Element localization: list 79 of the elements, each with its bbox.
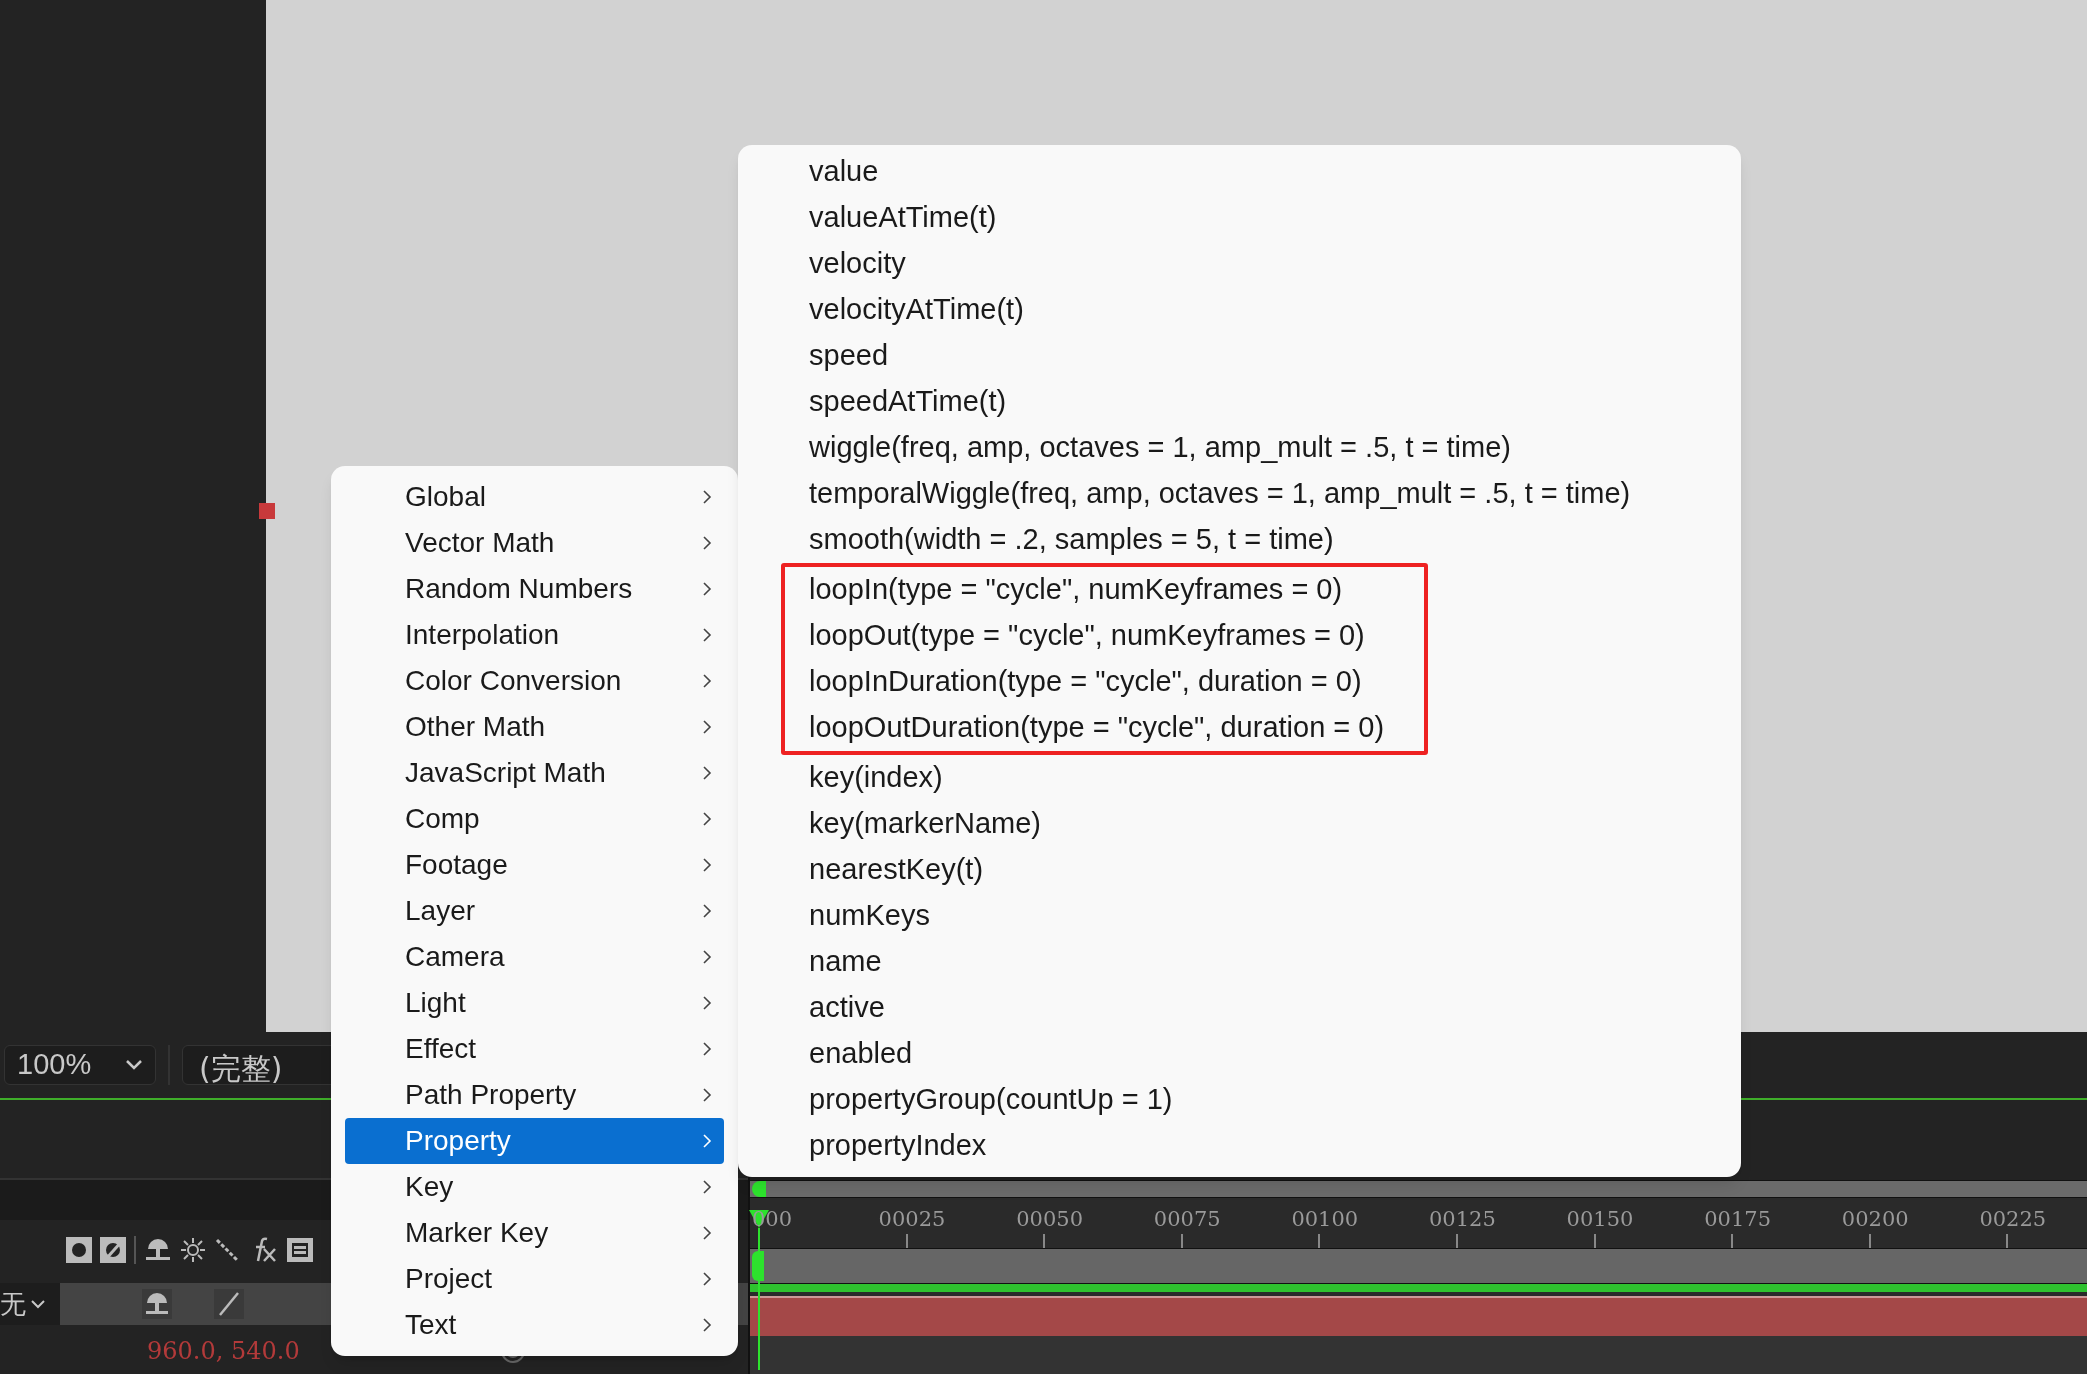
tick-label: 00075 <box>1153 1206 1221 1233</box>
chevron-right-icon <box>702 949 712 965</box>
chevron-down-icon <box>30 1299 46 1309</box>
tick-label: 00225 <box>1979 1206 2047 1233</box>
menu-item[interactable]: Marker Key <box>345 1210 724 1256</box>
chevron-right-icon <box>702 1133 712 1149</box>
menu-item[interactable]: loopInDuration(type = "cycle", duration = 0) <box>809 659 1385 705</box>
film-icon[interactable] <box>286 1237 314 1263</box>
menu-item[interactable]: Comp <box>345 796 724 842</box>
video-toggle-icon[interactable] <box>66 1237 92 1263</box>
tick-label: 00200 <box>1841 1206 1909 1233</box>
menu-item[interactable]: name <box>809 939 1670 985</box>
chevron-right-icon <box>702 1317 712 1333</box>
chevron-right-icon <box>702 857 712 873</box>
menu-item[interactable]: smooth(width = .2, samples = 5, t = time) <box>809 517 1670 563</box>
tick-label: 00050 <box>1016 1206 1083 1233</box>
menu-item[interactable]: key(index) <box>809 755 1670 801</box>
zoom-dropdown[interactable]: 100% <box>4 1045 156 1085</box>
tick-label: 00100 <box>1291 1206 1359 1233</box>
menu-item[interactable]: propertyIndex <box>809 1123 1670 1169</box>
menu-item[interactable]: Light <box>345 980 724 1026</box>
quality-slash-icon[interactable] <box>214 1289 244 1319</box>
chevron-right-icon <box>702 1225 712 1241</box>
menu-item[interactable]: Camera <box>345 934 724 980</box>
menu-item[interactable]: propertyGroup(countUp = 1) <box>809 1077 1670 1123</box>
menu-item[interactable]: temporalWiggle(freq, amp, octaves = 1, amp_mult = .5, t = time) <box>809 471 1670 517</box>
menu-item[interactable]: Property <box>345 1118 724 1164</box>
zoom-value: 100% <box>17 1047 92 1083</box>
chevron-right-icon <box>702 673 712 689</box>
menu-item[interactable]: key(markerName) <box>809 801 1670 847</box>
tick-label: 00175 <box>1704 1206 1771 1233</box>
menu-item[interactable]: velocityAtTime(t) <box>809 287 1670 333</box>
chevron-right-icon <box>702 535 712 551</box>
menu-item[interactable]: Random Numbers <box>345 566 724 612</box>
menu-item[interactable]: speed <box>809 333 1670 379</box>
menu-item[interactable]: Project <box>345 1256 724 1302</box>
menu-item[interactable]: Color Conversion <box>345 658 724 704</box>
chevron-right-icon <box>702 1179 712 1195</box>
tick-label: 00125 <box>1429 1206 1496 1233</box>
chevron-right-icon <box>702 627 712 643</box>
chevron-right-icon <box>702 1271 712 1287</box>
menu-item[interactable]: speedAtTime(t) <box>809 379 1670 425</box>
chevron-right-icon <box>702 765 712 781</box>
menu-item[interactable]: loopIn(type = "cycle", numKeyframes = 0) <box>809 567 1385 613</box>
menu-item[interactable]: numKeys <box>809 893 1670 939</box>
sun-icon[interactable] <box>180 1237 206 1263</box>
chevron-right-icon <box>702 811 712 827</box>
menu-item[interactable]: loopOutDuration(type = "cycle", duration = 0) <box>809 705 1385 751</box>
dotted-line-icon[interactable] <box>214 1237 240 1263</box>
chevron-right-icon <box>702 1087 712 1103</box>
menu-item[interactable]: valueAtTime(t) <box>809 195 1670 241</box>
menu-item[interactable]: JavaScript Math <box>345 750 724 796</box>
chevron-right-icon <box>702 995 712 1011</box>
chevron-right-icon <box>702 903 712 919</box>
chevron-right-icon <box>702 1041 712 1057</box>
menu-item[interactable]: value <box>809 149 1670 195</box>
menu-item[interactable]: wiggle(freq, amp, octaves = 1, amp_mult = .5, t = time) <box>809 425 1670 471</box>
chevron-right-icon <box>702 719 712 735</box>
menu-item[interactable]: Other Math <box>345 704 724 750</box>
work-area-handle[interactable] <box>752 1181 766 1197</box>
chevron-right-icon <box>702 489 712 505</box>
parent-dropdown[interactable]: 无 <box>0 1283 60 1325</box>
menu-item[interactable]: nearestKey(t) <box>809 847 1670 893</box>
menu-item[interactable]: velocity <box>809 241 1670 287</box>
menu-item[interactable]: enabled <box>809 1031 1670 1077</box>
menu-item[interactable]: Interpolation <box>345 612 724 658</box>
menu-item[interactable]: active <box>809 985 1670 1031</box>
menu-item[interactable]: Global <box>345 474 724 520</box>
menu-item[interactable]: Key <box>345 1164 724 1210</box>
menu-item[interactable]: Vector Math <box>345 520 724 566</box>
tick-label: 00150 <box>1566 1206 1634 1233</box>
menu-item[interactable]: Layer <box>345 888 724 934</box>
menu-item[interactable]: Text <box>345 1302 724 1348</box>
menu-item[interactable]: loopOut(type = "cycle", numKeyframes = 0) <box>809 613 1385 659</box>
tick-label: 00025 <box>878 1206 946 1233</box>
chevron-right-icon <box>702 581 712 597</box>
anchor-marker <box>259 503 275 519</box>
chevron-down-icon <box>125 1059 143 1071</box>
menu-item[interactable]: Footage <box>345 842 724 888</box>
